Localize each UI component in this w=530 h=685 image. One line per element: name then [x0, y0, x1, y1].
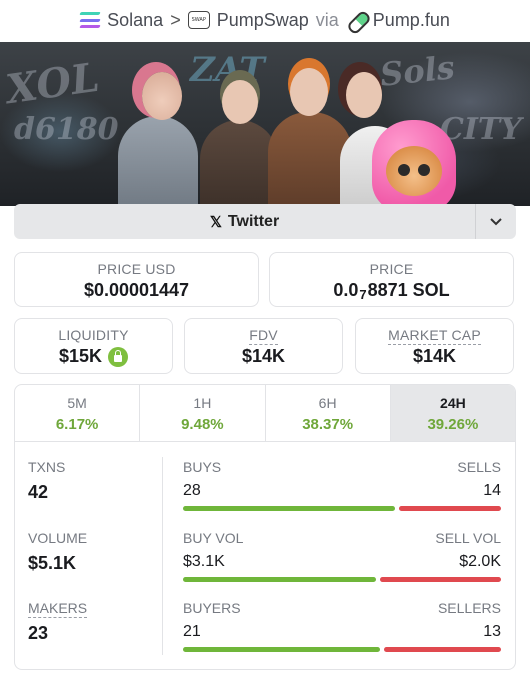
market-cap-value: $14K — [412, 346, 457, 366]
makers-label[interactable]: MAKERS — [28, 600, 88, 618]
token-banner-image: XOL d6180 ZAT Sols CITY — [0, 42, 530, 206]
buy-volume-bar — [183, 577, 377, 582]
tab-24h-change: 39.26% — [427, 416, 479, 433]
price-usd-label: PRICE USD — [97, 261, 176, 277]
price-native-prefix: 0.0 — [333, 280, 359, 300]
sell-volume-label: SELL VOL — [435, 530, 501, 546]
chevron-down-icon — [490, 217, 502, 225]
price-native-value: 0.0 7 8871 SOL — [270, 280, 513, 302]
twitter-link-button[interactable]: 𝕏 Twitter — [14, 204, 475, 239]
lock-icon[interactable] — [108, 346, 129, 367]
sell-volume-value: $2.0K — [459, 553, 501, 570]
sellers-label: SELLERS — [437, 600, 501, 616]
buys-sells-ratio-bar — [183, 506, 501, 511]
volume-split-stat: BUY VOL SELL VOL $3.1K $2.0K — [183, 530, 501, 582]
tab-5m[interactable]: 5M 6.17% — [15, 385, 141, 441]
volume-value: $5.1K — [28, 553, 77, 573]
tab-24h-label: 24H — [440, 395, 466, 411]
timeframe-tabs: 5M 6.17% 1H 9.48% 6H 38.37% 24H 39.26% — [14, 384, 516, 442]
tab-5m-label: 5M — [67, 395, 87, 411]
buyers-bar — [183, 647, 380, 652]
makers-value: 23 — [28, 623, 49, 643]
buys-sells-stat: BUYS SELLS 28 14 — [183, 459, 501, 511]
volume-ratio-bar — [183, 577, 501, 582]
buyers-label: BUYERS — [183, 600, 241, 616]
price-usd-card: PRICE USD $0.00001447 — [14, 252, 259, 307]
txns-stat: TXNS 42 — [28, 459, 65, 503]
tab-6h-change: 38.37% — [302, 416, 354, 433]
buyers-value: 21 — [183, 623, 201, 640]
chevron-right-icon: > — [170, 9, 181, 30]
price-native-label: PRICE — [369, 261, 414, 277]
fdv-label[interactable]: FDV — [249, 327, 278, 345]
price-native-zero-count: 7 — [359, 287, 367, 302]
liquidity-label: LIQUIDITY — [58, 327, 129, 343]
volume-label: VOLUME — [28, 530, 88, 546]
sells-bar — [399, 506, 501, 511]
tab-6h[interactable]: 6H 38.37% — [266, 385, 391, 441]
solana-icon — [79, 12, 101, 28]
makers-stat: MAKERS 23 — [28, 600, 88, 644]
breadcrumb-via: via — [315, 9, 339, 30]
tab-6h-label: 6H — [318, 395, 337, 411]
fdv-card: FDV $14K — [184, 318, 343, 374]
socials-bar: 𝕏 Twitter — [14, 204, 516, 239]
market-cap-card: MARKET CAP $14K — [355, 318, 514, 374]
buys-value: 28 — [183, 482, 201, 499]
pumpfun-pill-icon — [346, 10, 366, 30]
market-cap-label[interactable]: MARKET CAP — [388, 327, 481, 345]
txns-value: 42 — [28, 482, 49, 502]
liquidity-value: $15K — [58, 346, 103, 366]
sells-label: SELLS — [457, 459, 501, 475]
breadcrumb-launchpad[interactable]: Pump.fun — [373, 10, 450, 31]
sells-value: 14 — [483, 482, 501, 499]
price-native-suffix: 8871 SOL — [367, 280, 450, 300]
breadcrumb-chain[interactable]: Solana — [107, 10, 163, 31]
activity-panel: TXNS 42 VOLUME $5.1K MAKERS 23 BUYS SELLS… — [14, 441, 516, 670]
sellers-value: 13 — [483, 623, 501, 640]
buys-bar — [183, 506, 396, 511]
txns-label: TXNS — [28, 459, 66, 475]
buys-label: BUYS — [183, 459, 222, 475]
sellers-bar — [383, 647, 501, 652]
sell-volume-bar — [380, 577, 501, 582]
tab-1h-label: 1H — [193, 395, 212, 411]
liquidity-card: LIQUIDITY $15K — [14, 318, 173, 374]
divider — [162, 457, 163, 655]
pumpswap-icon: SWAP — [187, 11, 210, 29]
buy-volume-label: BUY VOL — [183, 530, 244, 546]
x-logo-icon: 𝕏 — [209, 213, 222, 231]
price-usd-value: $0.00001447 — [83, 280, 190, 300]
tab-24h[interactable]: 24H 39.26% — [390, 385, 515, 441]
breadcrumb: Solana > SWAP PumpSwap via Pump.fun — [0, 0, 530, 40]
buy-volume-value: $3.1K — [183, 553, 225, 570]
tab-5m-change: 6.17% — [55, 416, 99, 433]
price-native-card: PRICE 0.0 7 8871 SOL — [269, 252, 514, 307]
buyers-ratio-bar — [183, 647, 501, 652]
fdv-value: $14K — [241, 346, 286, 366]
buyers-sellers-stat: BUYERS SELLERS 21 13 — [183, 600, 501, 652]
pink-hood-cat-illustration — [372, 120, 456, 206]
twitter-label: Twitter — [227, 212, 280, 230]
tab-1h[interactable]: 1H 9.48% — [140, 385, 266, 441]
tab-1h-change: 9.48% — [181, 416, 224, 433]
volume-stat: VOLUME $5.1K — [28, 530, 87, 574]
more-socials-button[interactable] — [476, 204, 516, 239]
breadcrumb-dex[interactable]: PumpSwap — [217, 10, 309, 31]
